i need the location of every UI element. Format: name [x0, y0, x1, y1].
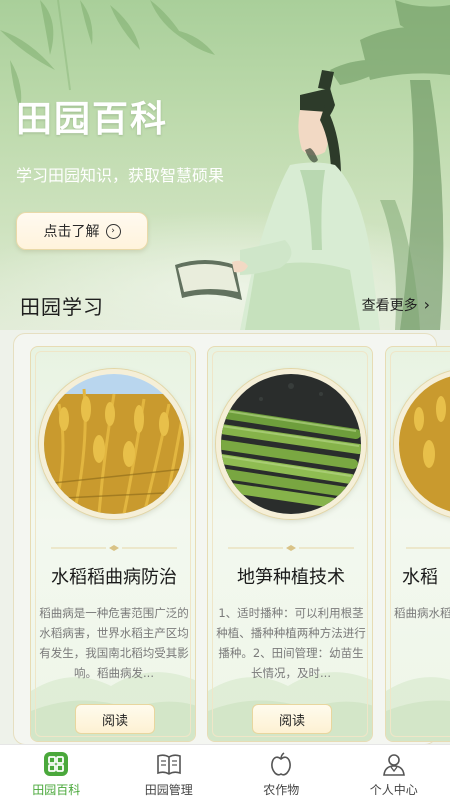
tab-crops[interactable]: 农作物 — [225, 745, 338, 800]
card-title: 水稻 — [402, 567, 438, 588]
card-description: 1、适时播种：可以利用根茎种植、播种种植两种方法进行播种。2、田间管理：幼苗生长… — [216, 606, 366, 680]
article-card[interactable]: 水稻 稻曲病水稻病有发生 — [385, 346, 450, 742]
view-more-label: 查看更多 — [361, 298, 418, 314]
card-image — [39, 369, 189, 519]
card-description: 稻曲病水稻病有发生 — [394, 606, 450, 620]
learn-more-label: 点击了解 — [43, 224, 100, 240]
section-title: 田园学习 — [20, 294, 104, 319]
book-icon — [156, 754, 181, 775]
cards-carousel[interactable]: 水稻稻曲病防治 稻曲病是一种危害范围广泛的水稻病害，世界水稻主产区均有发生，我国… — [0, 346, 450, 746]
hero-banner: 田园百科 学习田园知识，获取智慧硕果 点击了解 › — [0, 0, 450, 330]
ornament-divider — [406, 547, 450, 549]
tab-label: 农作物 — [263, 783, 300, 797]
chevron-right-icon: › — [423, 295, 430, 314]
hero-title: 田园百科 — [16, 99, 169, 140]
read-button[interactable]: 阅读 — [252, 704, 332, 734]
ornament-divider — [228, 545, 354, 551]
hero-subtitle: 学习田园知识，获取智慧硕果 — [16, 166, 225, 185]
user-icon — [382, 754, 405, 776]
card-description: 稻曲病是一种危害范围广泛的水稻病害，世界水稻主产区均有发生，我国南北稻均受其影响… — [39, 606, 189, 680]
grid-icon — [44, 752, 69, 776]
read-button[interactable]: 阅读 — [75, 704, 155, 734]
bottom-tab-bar: 田园百科 田园管理 农作物 个人中心 — [0, 744, 450, 800]
hills-decoration — [386, 677, 450, 741]
learn-more-button[interactable]: 点击了解 › — [16, 212, 148, 250]
section-header: 田园学习 查看更多 › — [20, 290, 430, 320]
tab-management[interactable]: 田园管理 — [113, 745, 226, 800]
view-more-link[interactable]: 查看更多 › — [362, 295, 430, 315]
card-title: 水稻稻曲病防治 — [51, 567, 177, 588]
card-title: 地笋种植技术 — [237, 567, 345, 588]
arrow-circle-icon: › — [105, 223, 121, 239]
tab-label: 田园百科 — [32, 783, 81, 797]
tab-encyclopedia[interactable]: 田园百科 — [0, 745, 113, 800]
apple-icon — [271, 752, 292, 776]
ornament-divider — [51, 545, 177, 551]
card-image — [394, 369, 450, 519]
tab-profile[interactable]: 个人中心 — [338, 745, 450, 800]
card-image — [216, 369, 366, 519]
tab-label: 个人中心 — [369, 783, 418, 797]
article-card[interactable]: 地笋种植技术 1、适时播种：可以利用根茎种植、播种种植两种方法进行播种。2、田间… — [207, 346, 373, 742]
article-card[interactable]: 水稻稻曲病防治 稻曲病是一种危害范围广泛的水稻病害，世界水稻主产区均有发生，我国… — [30, 346, 196, 742]
tab-label: 田园管理 — [144, 783, 193, 797]
